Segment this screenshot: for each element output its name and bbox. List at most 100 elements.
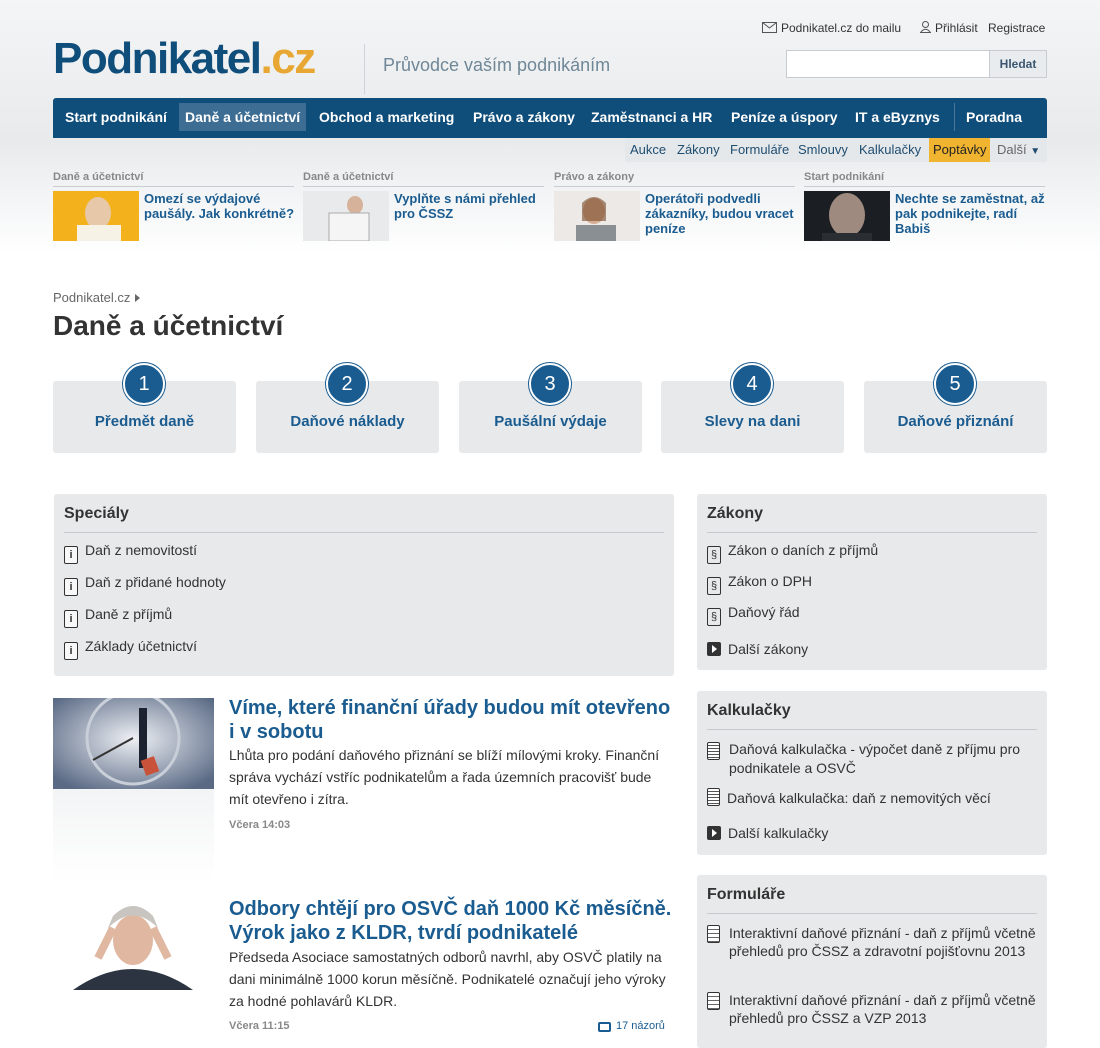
box-title: Speciály [64, 505, 129, 522]
form-link[interactable]: Interaktivní daňové přiznání - daň z pří… [707, 924, 1037, 960]
more-calculators-label: Další kalkulačky [728, 825, 829, 841]
law-link-label: Zákon o daních z příjmů [728, 542, 879, 558]
more-laws-label: Další zákony [728, 641, 809, 657]
nav-start-podnikani[interactable]: Start podnikání [59, 103, 173, 131]
special-link[interactable]: i Daň z nemovitostí [64, 542, 197, 564]
info-icon: i [64, 642, 78, 660]
subnav-kalkulacky[interactable]: Kalkulačky [859, 138, 921, 162]
divider [707, 913, 1037, 914]
comments-count: 17 názorů [616, 1020, 665, 1032]
step-number: 3 [529, 363, 571, 405]
nav-dane-a-ucetnictvi[interactable]: Daně a účetnictví [179, 103, 307, 131]
form-link-label: Interaktivní daňové přiznání - daň z pří… [729, 925, 1036, 959]
tagline: Průvodce vaším podnikáním [383, 55, 611, 75]
step-card[interactable]: 5 Daňové přiznání [864, 363, 1047, 453]
step-number: 2 [326, 363, 368, 405]
article-image[interactable] [53, 898, 214, 990]
article-image[interactable] [53, 690, 214, 789]
register-link[interactable]: Registrace [988, 21, 1045, 35]
step-number: 1 [123, 363, 165, 405]
search-input[interactable] [786, 50, 990, 78]
special-link[interactable]: i Základy účetnictví [64, 638, 197, 660]
calculator-link-label: Daňová kalkulačka: daň z nemovitých věcí [727, 790, 991, 806]
article-time: Včera 14:03 [229, 819, 291, 831]
breadcrumb[interactable]: Podnikatel.cz [53, 290, 141, 305]
calculator-link-label: Daňová kalkulačka - výpočet daně z příjm… [729, 741, 1021, 776]
arrow-right-icon [707, 642, 721, 656]
promo-image [303, 191, 389, 241]
logo-tld: .cz [260, 34, 317, 83]
subnav-dalsi[interactable]: Další ▼ [997, 138, 1040, 162]
login-link[interactable]: Přihlásit [919, 21, 978, 35]
promo-category: Start podnikání [804, 171, 1045, 187]
nav-pravo-a-zakony[interactable]: Právo a zákony [467, 103, 581, 131]
subnav-aukce[interactable]: Aukce [630, 138, 666, 162]
info-icon: i [64, 578, 78, 596]
user-icon [919, 21, 932, 33]
step-card[interactable]: 1 Předmět daně [53, 363, 236, 453]
article-title[interactable]: Odbory chtějí pro OSVČ daň 1000 Kč měsíč… [229, 897, 679, 945]
more-laws-link[interactable]: Další zákony [707, 641, 808, 657]
law-link[interactable]: § Zákon o DPH [707, 573, 812, 595]
nav-poradna[interactable]: Poradna [960, 103, 1028, 131]
comment-icon [598, 1022, 611, 1032]
step-number: 5 [934, 363, 976, 405]
nav-obchod-a-marketing[interactable]: Obchod a marketing [313, 103, 460, 131]
calculator-link[interactable]: Daňová kalkulačka: daň z nemovitých věcí [707, 788, 991, 808]
search-button[interactable]: Hledat [990, 50, 1047, 78]
divider [707, 532, 1037, 533]
form-link[interactable]: Interaktivní daňové přiznání - daň z pří… [707, 991, 1037, 1027]
subnav-poptavky[interactable]: Poptávky [929, 138, 991, 162]
promo-image [804, 191, 890, 241]
subnav-zakony[interactable]: Zákony [677, 138, 720, 162]
info-icon: i [64, 546, 78, 564]
breadcrumb-home: Podnikatel.cz [53, 290, 131, 305]
divider [64, 532, 664, 533]
article-time: Včera 11:15 [229, 1020, 290, 1032]
nav-penize-a-uspory[interactable]: Peníze a úspory [725, 103, 844, 131]
article-perex: Lhůta pro podání daňového přiznání se bl… [229, 747, 660, 807]
promo-item[interactable]: Daně a účetnictví Vyplňte s námi přehled… [303, 171, 544, 241]
promo-title: Omezí se výdajové paušály. Jak konkrétně… [144, 191, 295, 221]
special-link[interactable]: i Daně z příjmů [64, 606, 172, 628]
promo-item[interactable]: Daně a účetnictví Omezí se výdajové pauš… [53, 171, 294, 241]
subnav-dalsi-label: Další [997, 142, 1027, 157]
subnav-smlouvy[interactable]: Smlouvy [798, 138, 848, 162]
site-logo[interactable]: Podnikatel.cz [53, 34, 317, 84]
logo-divider [364, 44, 365, 94]
special-link[interactable]: i Daň z přidané hodnoty [64, 574, 226, 596]
article-image-frame [53, 898, 214, 990]
chevron-down-icon: ▼ [1030, 146, 1041, 157]
law-link[interactable]: § Zákon o daních z příjmů [707, 542, 878, 564]
article-title[interactable]: Víme, které finanční úřady budou mít ote… [229, 696, 679, 744]
calculator-link[interactable]: Daňová kalkulačka - výpočet daně z příjm… [707, 740, 1037, 778]
document-icon [707, 925, 720, 943]
promo-category: Daně a účetnictví [53, 171, 294, 187]
promo-item[interactable]: Právo a zákony Operátoři podvedli zákazn… [554, 171, 795, 241]
step-card[interactable]: 3 Paušální výdaje [459, 363, 642, 453]
promo-item[interactable]: Start podnikání Nechte se zaměstnat, až … [804, 171, 1045, 241]
promo-title: Operátoři podvedli zákazníky, budou vrac… [645, 191, 794, 236]
special-link-label: Daně z příjmů [85, 606, 173, 622]
law-link[interactable]: § Daňový řád [707, 604, 800, 626]
document-icon [707, 992, 720, 1010]
paragraph-icon: § [707, 608, 721, 626]
calculator-icon [707, 788, 720, 806]
divider [707, 729, 1037, 730]
special-link-label: Základy účetnictví [85, 638, 198, 654]
law-link-label: Daňový řád [728, 604, 800, 620]
more-calculators-link[interactable]: Další kalkulačky [707, 825, 828, 841]
comments-link[interactable]: 17 názorů [598, 1020, 665, 1032]
newsletter-label: Podnikatel.cz do mailu [781, 21, 902, 35]
nav-it-a-ebyznys[interactable]: IT a eByznys [849, 103, 946, 131]
newsletter-link[interactable]: Podnikatel.cz do mailu [762, 21, 901, 35]
step-number: 4 [731, 363, 773, 405]
step-card[interactable]: 2 Daňové náklady [256, 363, 439, 453]
article-perex: Předseda Asociace samostatných odborů na… [229, 949, 666, 1009]
nav-zamestnanci-a-hr[interactable]: Zaměstnanci a HR [585, 103, 718, 131]
subnav-formulare[interactable]: Formuláře [730, 138, 789, 162]
paragraph-icon: § [707, 577, 721, 595]
info-icon: i [64, 610, 78, 628]
step-card[interactable]: 4 Slevy na dani [661, 363, 844, 453]
step-label: Slevy na dani [704, 413, 801, 430]
